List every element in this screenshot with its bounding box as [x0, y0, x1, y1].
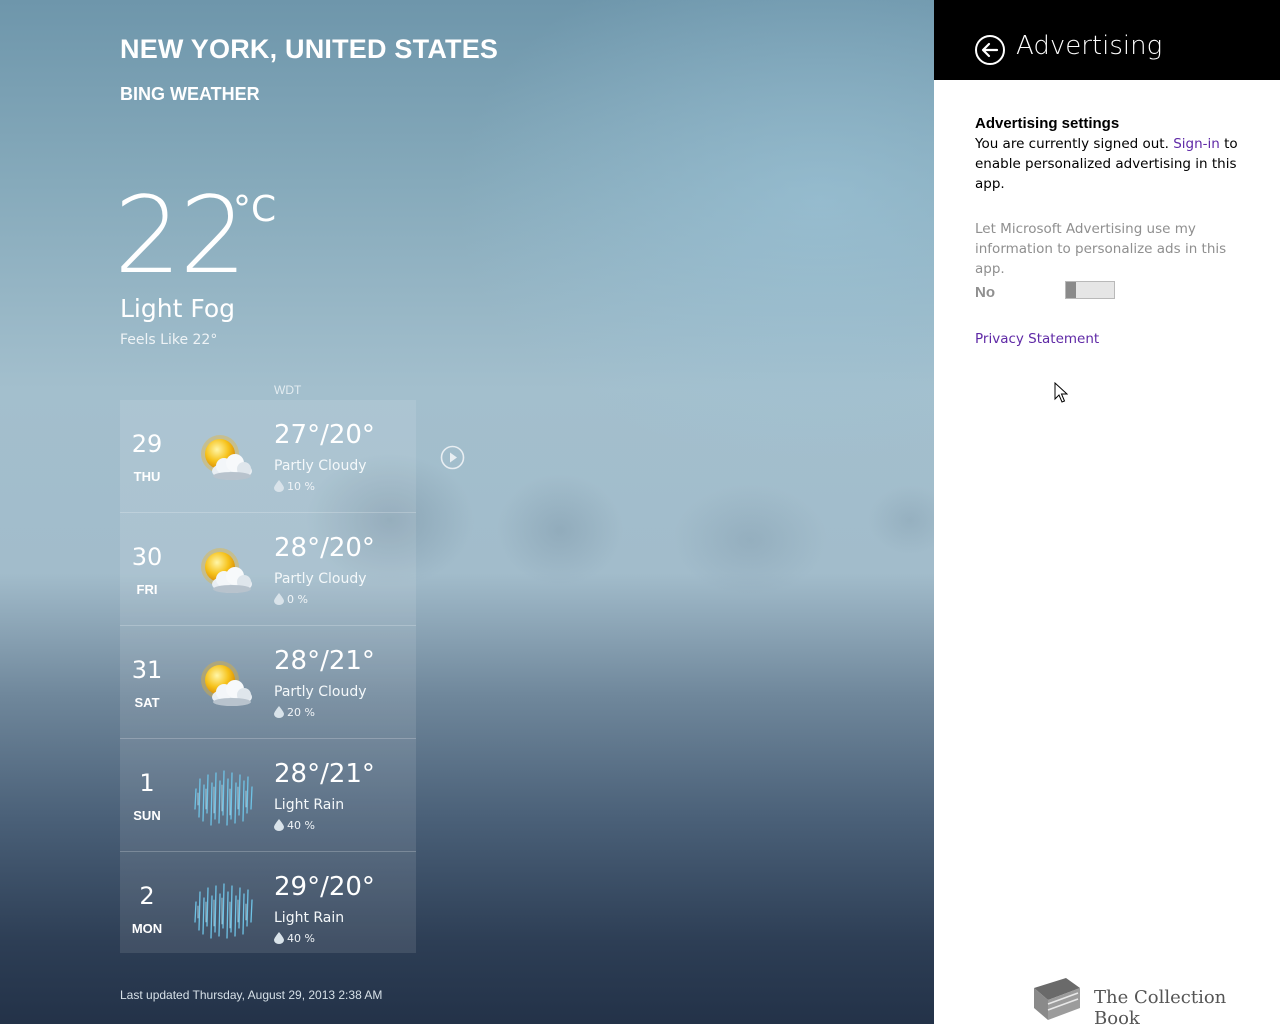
raindrop-icon — [274, 593, 284, 605]
forecast-day[interactable]: 29 THU 27°/20° Partly Cloudy 10 % — [120, 400, 416, 513]
precipitation: 20 % — [274, 706, 315, 719]
signin-link[interactable]: Sign-in — [1173, 136, 1220, 152]
settings-heading: Advertising settings — [975, 115, 1120, 132]
temperature-unit[interactable]: °C — [233, 190, 276, 230]
day-number: 31 — [131, 656, 163, 684]
forecast-day[interactable]: 2 MON 29°/20° Light Rain 40 % — [120, 852, 416, 953]
privacy-statement-link[interactable]: Privacy Statement — [975, 329, 1240, 349]
precipitation: 40 % — [274, 819, 315, 832]
play-icon[interactable] — [440, 445, 465, 470]
precipitation-value: 40 % — [287, 932, 315, 945]
provider-name: BING WEATHER — [120, 84, 260, 104]
high-low-temp: 29°/20° — [274, 872, 375, 902]
precipitation-value: 20 % — [287, 706, 315, 719]
settings-flyout: Advertising Advertising settings You are… — [934, 0, 1280, 1029]
watermark: The Collection Book — [1028, 974, 1268, 1029]
current-temperature: 22 — [114, 174, 247, 297]
partly-cloudy-icon — [201, 661, 252, 706]
raindrop-icon — [274, 480, 284, 492]
book-icon — [1034, 978, 1080, 1020]
precipitation-value: 0 % — [287, 593, 308, 606]
day-of-week: SUN — [133, 808, 161, 823]
back-arrow-icon[interactable] — [974, 34, 1006, 66]
high-low-temp: 28°/21° — [274, 759, 375, 789]
flyout-content: Advertising settings You are currently s… — [975, 114, 1240, 349]
day-number: 1 — [139, 769, 155, 797]
forecast-day[interactable]: 30 FRI 28°/20° Partly Cloudy 0 % — [120, 513, 416, 626]
advertising-toggle-row: No — [975, 281, 1240, 313]
precipitation-value: 10 % — [287, 480, 315, 493]
light-rain-icon — [194, 770, 253, 826]
high-low-temp: 27°/20° — [274, 420, 375, 450]
light-rain-icon — [194, 883, 253, 939]
day-of-week: THU — [133, 469, 161, 484]
weather-app: NEW YORK, UNITED STATES BING WEATHER 22 … — [0, 0, 934, 1024]
high-low-temp: 28°/21° — [274, 646, 375, 676]
day-condition: Partly Cloudy — [274, 684, 367, 700]
precipitation: 10 % — [274, 480, 315, 493]
daily-forecast-list: 29 THU 27°/20° Partly Cloudy 10 % 30 FRI — [120, 400, 416, 953]
day-of-week: SAT — [134, 695, 160, 710]
high-low-temp: 28°/20° — [274, 533, 375, 563]
last-updated: Last updated Thursday, August 29, 2013 2… — [120, 988, 383, 1002]
toggle-knob[interactable] — [1066, 282, 1076, 298]
precipitation: 0 % — [274, 593, 308, 606]
mouse-cursor-icon — [1054, 382, 1068, 403]
forecast-day[interactable]: 31 SAT 28°/21° Partly Cloudy 20 % — [120, 626, 416, 739]
timezone-label: WDT — [274, 383, 302, 397]
raindrop-icon — [274, 706, 284, 718]
precipitation: 40 % — [274, 932, 315, 945]
day-condition: Light Rain — [274, 910, 345, 926]
day-number: 29 — [131, 430, 163, 458]
current-condition: Light Fog — [120, 294, 235, 323]
day-condition: Partly Cloudy — [274, 571, 367, 587]
day-of-week: FRI — [136, 582, 158, 597]
day-number: 2 — [139, 882, 155, 910]
flyout-title: Advertising — [1016, 31, 1163, 61]
raindrop-icon — [274, 819, 284, 831]
partly-cloudy-icon — [201, 435, 252, 480]
signin-paragraph: You are currently signed out. Sign-in to… — [975, 134, 1240, 194]
signed-out-text: You are currently signed out. — [975, 136, 1169, 152]
toggle-state-label: No — [975, 284, 995, 301]
day-condition: Partly Cloudy — [274, 458, 367, 474]
precipitation-value: 40 % — [287, 819, 315, 832]
partly-cloudy-icon — [201, 548, 252, 593]
watermark-text: The Collection Book — [1094, 987, 1227, 1029]
forecast-day[interactable]: 1 SUN 28°/21° Light Rain 40 % — [120, 739, 416, 852]
day-number: 30 — [131, 543, 163, 571]
day-condition: Light Rain — [274, 797, 345, 813]
toggle-label: Let Microsoft Advertising use my informa… — [975, 221, 1227, 277]
day-of-week: MON — [131, 921, 163, 936]
flyout-header: Advertising — [934, 0, 1280, 80]
feels-like: Feels Like 22° — [120, 332, 218, 348]
raindrop-icon — [274, 932, 284, 944]
advertising-toggle[interactable] — [1065, 281, 1115, 299]
location-title[interactable]: NEW YORK, UNITED STATES — [120, 34, 498, 65]
